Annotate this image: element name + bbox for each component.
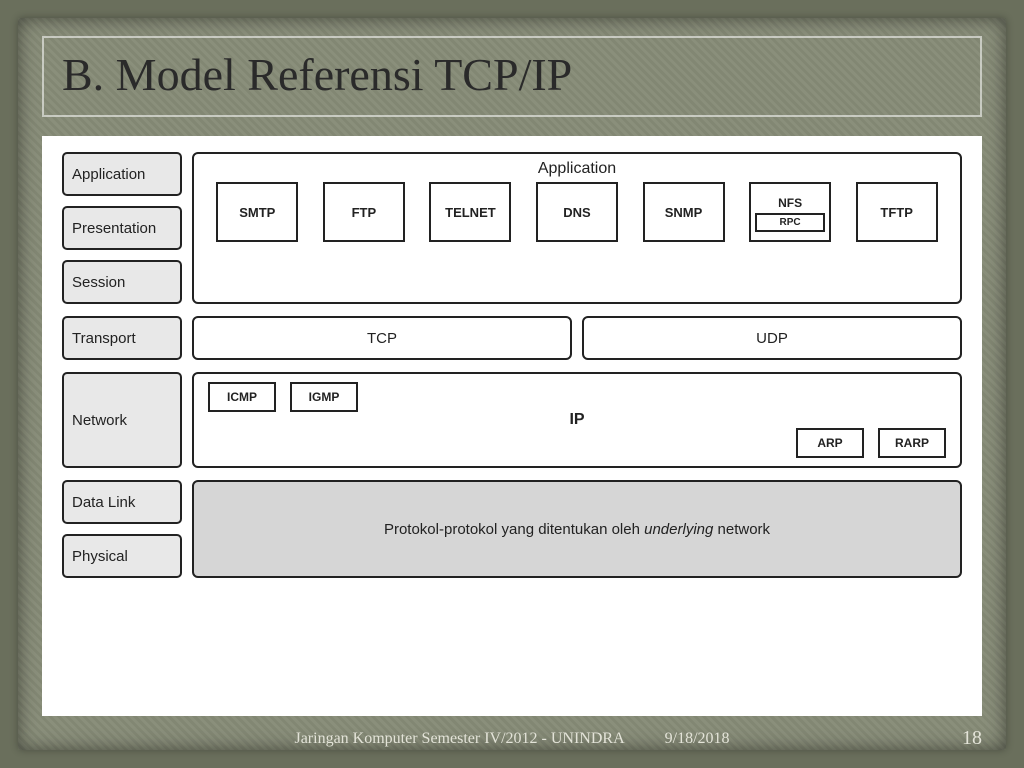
proto-igmp: IGMP	[290, 382, 358, 412]
app-row: Application Presentation Session Applica…	[62, 152, 962, 304]
slide-title: B. Model Referensi TCP/IP	[62, 48, 962, 101]
osi-layer-datalink: Data Link	[62, 480, 182, 524]
diagram-canvas: Application Presentation Session Applica…	[42, 136, 982, 716]
footer-date: 9/18/2018	[665, 730, 730, 748]
underlying-italic: underlying	[644, 521, 713, 538]
proto-nfs-label: NFS	[755, 192, 825, 210]
slide-page-number: 18	[962, 727, 982, 750]
underlying-network-box: Protokol-protokol yang ditentukan oleh u…	[192, 480, 962, 578]
proto-dns: DNS	[536, 182, 618, 242]
app-protocols: SMTP FTP TELNET DNS SNMP NFS RPC TFTP	[204, 182, 950, 242]
proto-tcp: TCP	[192, 316, 572, 360]
proto-smtp: SMTP	[216, 182, 298, 242]
osi-layer-physical: Physical	[62, 534, 182, 578]
proto-telnet: TELNET	[429, 182, 511, 242]
app-group-title: Application	[538, 160, 616, 178]
proto-udp: UDP	[582, 316, 962, 360]
proto-rpc-label: RPC	[755, 213, 825, 232]
underlying-suffix: network	[713, 521, 770, 538]
proto-tftp: TFTP	[856, 182, 938, 242]
osi-layer-network: Network	[62, 372, 182, 468]
tcpip-network-group: IP ICMP IGMP ARP RARP	[192, 372, 962, 468]
osi-layer-presentation: Presentation	[62, 206, 182, 250]
slide-footer: Jaringan Komputer Semester IV/2012 - UNI…	[42, 730, 982, 748]
osi-layer-application: Application	[62, 152, 182, 196]
footer-course: Jaringan Komputer Semester IV/2012 - UNI…	[294, 730, 624, 748]
osi-layer-transport: Transport	[62, 316, 182, 360]
proto-rarp: RARP	[878, 428, 946, 458]
network-row: Network IP ICMP IGMP ARP RARP	[62, 372, 962, 468]
proto-arp: ARP	[796, 428, 864, 458]
tcpip-application-group: Application SMTP FTP TELNET DNS SNMP NFS…	[192, 152, 962, 304]
proto-snmp: SNMP	[643, 182, 725, 242]
title-frame: B. Model Referensi TCP/IP	[42, 36, 982, 117]
proto-nfs-rpc: NFS RPC	[749, 182, 831, 242]
transport-row: Transport TCP UDP	[62, 316, 962, 360]
proto-ftp: FTP	[323, 182, 405, 242]
underlying-prefix: Protokol-protokol yang ditentukan oleh	[384, 521, 644, 538]
proto-icmp: ICMP	[208, 382, 276, 412]
link-row: Data Link Physical Protokol-protokol yan…	[62, 480, 962, 578]
proto-ip: IP	[569, 411, 584, 429]
osi-layer-session: Session	[62, 260, 182, 304]
